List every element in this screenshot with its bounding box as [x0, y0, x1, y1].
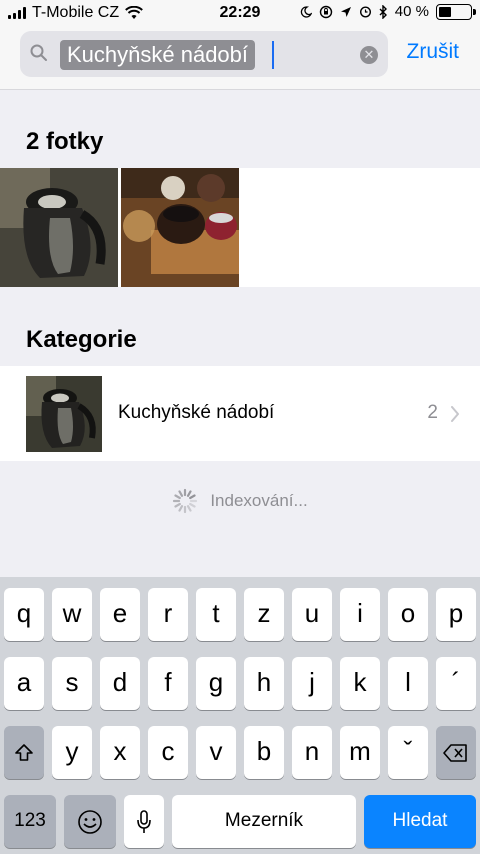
key-l[interactable]: l	[388, 657, 428, 710]
indexing-label: Indexování...	[210, 491, 308, 510]
microphone-icon	[137, 810, 151, 834]
chevron-right-icon	[451, 406, 459, 422]
cancel-button[interactable]: Zrušit	[407, 40, 460, 64]
key-u[interactable]: u	[292, 588, 332, 641]
numbers-key[interactable]: 123	[4, 795, 56, 848]
key-f[interactable]: f	[148, 657, 188, 710]
key-c[interactable]: c	[148, 726, 188, 779]
rotation-lock-icon	[319, 5, 332, 18]
keyboard: 123 Mezerník Hledat q w e r t z u i o p a s d f g h j k l ´…	[0, 577, 480, 854]
key-b[interactable]: b	[244, 726, 284, 779]
key-m[interactable]: m	[340, 726, 380, 779]
battery-icon	[436, 3, 476, 20]
location-icon	[340, 6, 351, 17]
category-thumbnail	[26, 376, 102, 452]
kettle-photo[interactable]	[0, 168, 118, 287]
key-q[interactable]: q	[4, 588, 44, 641]
key-d[interactable]: d	[100, 657, 140, 710]
text-caret	[272, 41, 274, 69]
spinner-icon	[173, 488, 198, 514]
status-bar: T-Mobile CZ 22:29 40 %	[0, 0, 480, 28]
key-e[interactable]: e	[100, 588, 140, 641]
emoji-key[interactable]	[64, 795, 116, 848]
indexing-status: Indexování...	[0, 488, 480, 514]
category-count: 2	[427, 402, 438, 423]
search-header: Kuchyňské nádobí ✕ Zrušit	[0, 28, 480, 90]
clear-icon[interactable]: ✕	[360, 46, 378, 64]
key-x[interactable]: x	[100, 726, 140, 779]
key-o[interactable]: o	[388, 588, 428, 641]
key-´[interactable]: ´	[436, 657, 476, 710]
key-j[interactable]: j	[292, 657, 332, 710]
key-s[interactable]: s	[52, 657, 92, 710]
key-r[interactable]: r	[148, 588, 188, 641]
key-ˇ[interactable]: ˇ	[388, 726, 428, 779]
backspace-key[interactable]	[436, 726, 476, 779]
key-z[interactable]: z	[244, 588, 284, 641]
search-token[interactable]: Kuchyňské nádobí	[60, 40, 256, 70]
status-right: 40 %	[300, 3, 476, 20]
category-label: Kuchyňské nádobí	[118, 402, 275, 423]
bluetooth-icon	[379, 4, 387, 19]
category-row[interactable]: Kuchyňské nádobí 2	[0, 366, 480, 461]
key-v[interactable]: v	[196, 726, 236, 779]
key-p[interactable]: p	[436, 588, 476, 641]
categories-section-title: Kategorie	[26, 326, 137, 353]
photos-section-title: 2 fotky	[26, 128, 104, 155]
tea-photo[interactable]	[121, 168, 239, 287]
search-key[interactable]: Hledat	[364, 795, 476, 848]
key-h[interactable]: h	[244, 657, 284, 710]
key-i[interactable]: i	[340, 588, 380, 641]
photos-grid	[0, 168, 480, 287]
battery-percent: 40 %	[394, 3, 429, 20]
search-input[interactable]: Kuchyňské nádobí ✕	[20, 31, 388, 77]
search-icon	[30, 44, 47, 61]
shift-key[interactable]	[4, 726, 44, 779]
key-n[interactable]: n	[292, 726, 332, 779]
key-y[interactable]: y	[52, 726, 92, 779]
key-g[interactable]: g	[196, 657, 236, 710]
microphone-key[interactable]	[124, 795, 164, 848]
key-w[interactable]: w	[52, 588, 92, 641]
key-t[interactable]: t	[196, 588, 236, 641]
space-key[interactable]: Mezerník	[172, 795, 356, 848]
key-a[interactable]: a	[4, 657, 44, 710]
alarm-icon	[359, 6, 371, 18]
key-k[interactable]: k	[340, 657, 380, 710]
moon-icon	[300, 5, 312, 18]
